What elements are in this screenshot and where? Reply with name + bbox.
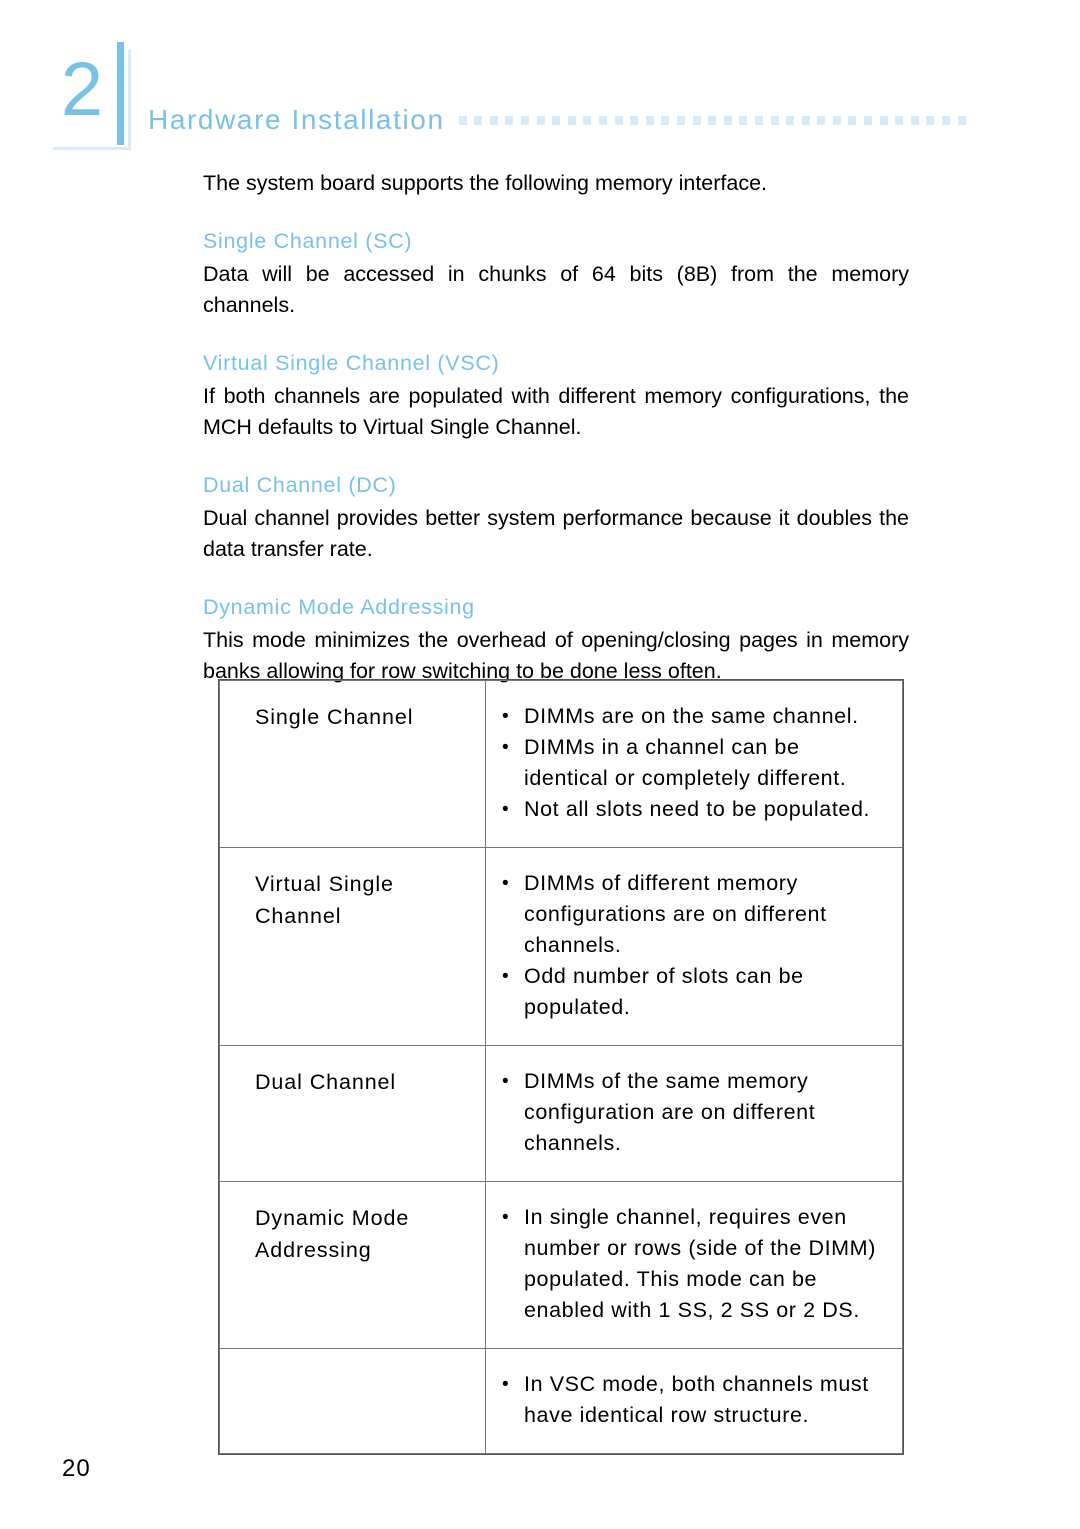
bullet-item: DIMMs are on the same channel. <box>500 701 890 732</box>
table-row-bullets: DIMMs of the same memory configuration a… <box>485 1045 903 1182</box>
rule-square <box>848 115 857 125</box>
rule-square <box>458 115 467 125</box>
table-row: Virtual Single ChannelDIMMs of different… <box>219 847 903 1046</box>
table-row: Dual ChannelDIMMs of the same memory con… <box>219 1045 903 1182</box>
section-body-dual-channel: Dual channel provides better system perf… <box>203 506 909 561</box>
bullet-list: DIMMs are on the same channel.DIMMs in a… <box>500 701 890 825</box>
table-row-bullets: DIMMs of different memory configurations… <box>485 847 903 1046</box>
rule-square <box>770 115 779 125</box>
rule-square <box>910 115 919 125</box>
rule-square <box>567 115 576 125</box>
memory-mode-table: Single ChannelDIMMs are on the same chan… <box>218 679 904 1455</box>
main-content: The system board supports the following … <box>203 168 909 687</box>
rule-square <box>676 115 685 125</box>
chapter-number: 2 <box>60 47 104 132</box>
page-number: 20 <box>62 1455 91 1482</box>
table-row: Single ChannelDIMMs are on the same chan… <box>219 680 903 848</box>
bullet-list: DIMMs of different memory configurations… <box>500 868 890 1023</box>
rule-square <box>832 115 841 125</box>
rule-square <box>521 115 529 125</box>
table-row-label: Virtual Single Channel <box>219 847 486 1046</box>
rule-square <box>614 115 623 125</box>
section-heading-single-channel: Single Channel (SC) <box>203 229 413 253</box>
rule-square <box>505 115 514 125</box>
rule-square <box>489 115 498 125</box>
bullet-list: In VSC mode, both channels must have ide… <box>500 1369 890 1431</box>
section-heading-virtual-single-channel: Virtual Single Channel (VSC) <box>203 351 500 375</box>
table-row: In VSC mode, both channels must have ide… <box>219 1348 903 1454</box>
section-body-single-channel: Data will be accessed in chunks of 64 bi… <box>203 262 909 317</box>
bullet-item: Not all slots need to be populated. <box>500 794 890 825</box>
bullet-item: DIMMs of different memory configurations… <box>500 868 890 961</box>
intro-paragraph: The system board supports the following … <box>203 171 768 195</box>
table-row-label <box>219 1348 486 1454</box>
header-dotted-rule <box>458 115 966 125</box>
bullet-list: In single channel, requires even number … <box>500 1202 890 1326</box>
bullet-item: DIMMs of the same memory configuration a… <box>500 1066 890 1159</box>
rule-square <box>754 115 763 125</box>
rule-square <box>926 115 935 125</box>
bullet-item: In VSC mode, both channels must have ide… <box>500 1369 890 1431</box>
rule-square <box>864 115 873 125</box>
rule-square <box>942 115 951 125</box>
section-body-dynamic-mode-addressing: This mode minimizes the overhead of open… <box>203 628 909 683</box>
rule-square <box>957 115 966 125</box>
rule-square <box>598 115 607 125</box>
chapter-badge: 2 <box>47 42 131 150</box>
rule-square <box>895 115 904 125</box>
table-row-bullets: In single channel, requires even number … <box>485 1181 903 1349</box>
rule-square <box>786 115 795 125</box>
rule-square <box>801 115 810 125</box>
bullet-item: Odd number of slots can be populated. <box>500 961 890 1023</box>
page-header: Hardware Installation <box>148 104 966 136</box>
memory-mode-table-inner: Single ChannelDIMMs are on the same chan… <box>219 680 903 1454</box>
table-row-bullets: DIMMs are on the same channel.DIMMs in a… <box>485 680 903 848</box>
table-row-bullets: In VSC mode, both channels must have ide… <box>485 1348 903 1454</box>
page-title: Hardware Installation <box>148 104 445 135</box>
table-row-label: Dual Channel <box>219 1045 486 1182</box>
rule-square <box>817 115 826 125</box>
rule-square <box>879 115 888 125</box>
rule-square <box>661 115 670 125</box>
bullet-item: DIMMs in a channel can be identical or c… <box>500 732 890 794</box>
rule-square <box>474 115 483 125</box>
rule-square <box>645 115 654 125</box>
section-heading-dual-channel: Dual Channel (DC) <box>203 473 397 497</box>
bullet-item: In single channel, requires even number … <box>500 1202 890 1326</box>
rule-square <box>708 115 717 125</box>
rule-square <box>630 115 639 125</box>
section-heading-dynamic-mode-addressing: Dynamic Mode Addressing <box>203 595 475 619</box>
table-row-label: Dynamic Mode Addressing <box>219 1181 486 1349</box>
rule-square <box>583 115 592 125</box>
table-row: Dynamic Mode AddressingIn single channel… <box>219 1181 903 1349</box>
bullet-list: DIMMs of the same memory configuration a… <box>500 1066 890 1159</box>
chapter-accent-bar <box>117 42 124 145</box>
section-body-virtual-single-channel: If both channels are populated with diff… <box>203 384 909 439</box>
rule-square <box>739 115 748 125</box>
rule-square <box>536 115 545 125</box>
rule-square <box>552 115 561 125</box>
rule-square <box>723 115 732 125</box>
rule-square <box>692 115 701 125</box>
table-row-label: Single Channel <box>219 680 486 848</box>
